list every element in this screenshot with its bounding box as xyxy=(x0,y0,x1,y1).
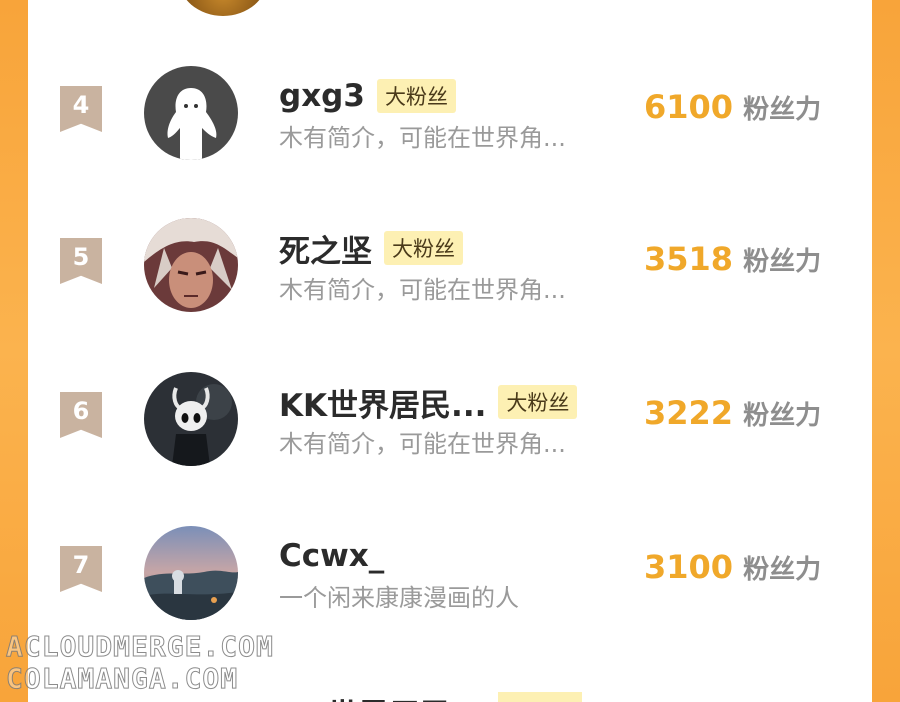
user-bio: 木有简介，可能在世界角... xyxy=(279,276,566,304)
rank-badge: 5 xyxy=(60,238,102,284)
ghost-avatar-icon xyxy=(144,66,238,160)
hollow-knight-avatar-icon xyxy=(144,372,238,466)
fan-score-unit: 粉丝力 xyxy=(743,401,822,431)
anime-white-hair-avatar-icon xyxy=(144,218,238,312)
fan-score: 3222 xyxy=(644,394,734,432)
fan-score-unit: 粉丝力 xyxy=(743,247,822,277)
user-bio: 木有简介，可能在世界角... xyxy=(279,124,566,152)
rank-badge: 6 xyxy=(60,392,102,438)
user-bio: 一个闲来康康漫画的人 xyxy=(279,584,519,612)
list-item[interactable]: 4 gxg3 大粉丝 木有简介，可能在世界角... 6100 粉丝力 xyxy=(28,66,872,176)
user-name[interactable]: KK世界居民... xyxy=(279,380,486,425)
user-bio: 木有简介，可能在世界角... xyxy=(279,430,566,458)
fan-score-unit: 粉丝力 xyxy=(743,95,822,125)
avatar[interactable] xyxy=(144,372,238,466)
fan-level-badge: 大粉丝 xyxy=(376,79,456,113)
fan-score-unit: 粉丝力 xyxy=(743,555,822,585)
fan-score: 3518 xyxy=(644,240,734,278)
avatar[interactable] xyxy=(144,526,238,620)
list-item[interactable]: 6 KK世界居民... 大粉丝 木有简介，可能在世界角... 3222 粉丝力 xyxy=(28,372,872,482)
user-name[interactable]: Ccwx_ xyxy=(279,538,384,574)
fan-score: 6100 xyxy=(644,88,734,126)
rank-badge: 7 xyxy=(60,546,102,592)
list-item[interactable]: 5 死之坚 大粉丝 木有简介，可能在世界角... 3518 粉丝力 xyxy=(28,218,872,328)
avatar[interactable] xyxy=(144,66,238,160)
fan-score: 3100 xyxy=(644,548,734,586)
rank-badge: 4 xyxy=(60,86,102,132)
watermark: COLAMANGA.COM xyxy=(5,662,239,696)
ranking-card: 4 gxg3 大粉丝 木有简介，可能在世界角... 6100 粉丝力 5 死之坚… xyxy=(28,0,872,702)
fan-level-badge: 大粉丝 xyxy=(498,385,578,419)
fan-level-badge xyxy=(498,692,582,702)
avatar[interactable] xyxy=(144,218,238,312)
fan-level-badge: 大粉丝 xyxy=(384,231,463,265)
landscape-avatar-icon xyxy=(144,526,238,620)
watermark: ACLOUDMERGE.COM xyxy=(6,630,274,664)
user-name[interactable]: gxg3 xyxy=(279,78,365,114)
list-item[interactable]: 7 Ccwx_ 一个闲来康康漫画的人 3100 粉丝力 xyxy=(28,526,872,636)
avatar[interactable] xyxy=(178,0,268,16)
user-name[interactable]: 死之坚 xyxy=(279,226,372,271)
user-name[interactable]: KK世界居民... xyxy=(279,690,486,702)
